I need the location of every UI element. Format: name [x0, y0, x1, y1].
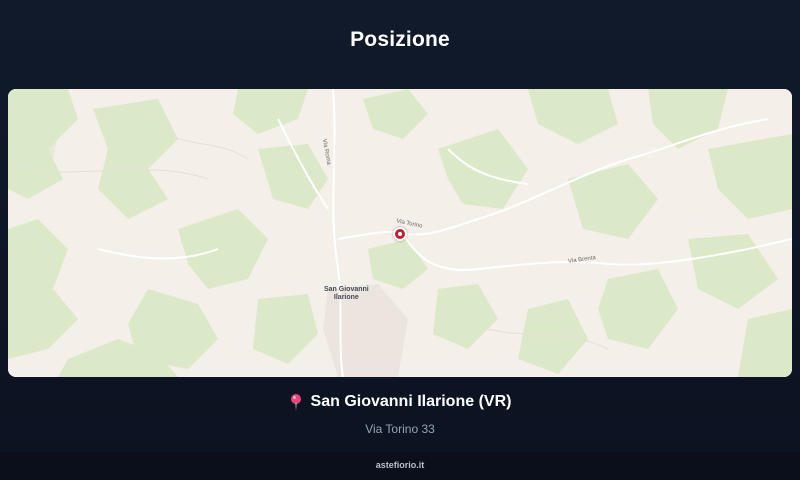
site-link[interactable]: astefiorio.it [376, 460, 425, 470]
place-name: San Giovanni Ilarione (VR) [310, 393, 512, 410]
page-title: Posizione [350, 28, 450, 51]
place-line: San Giovanni Ilarione (VR) [289, 393, 512, 411]
marker-dot [398, 232, 402, 236]
address-text: Via Torino 33 [365, 422, 435, 436]
town-label: San Giovanni Ilarione [324, 286, 369, 301]
footer: astefiorio.it [0, 452, 800, 480]
location-info: San Giovanni Ilarione (VR) Via Torino 33 [0, 393, 800, 436]
location-marker[interactable] [393, 227, 407, 241]
map-pin-icon [289, 393, 303, 411]
location-map[interactable]: Via Torino Via Brenta Via Roma San Giova… [8, 89, 792, 377]
